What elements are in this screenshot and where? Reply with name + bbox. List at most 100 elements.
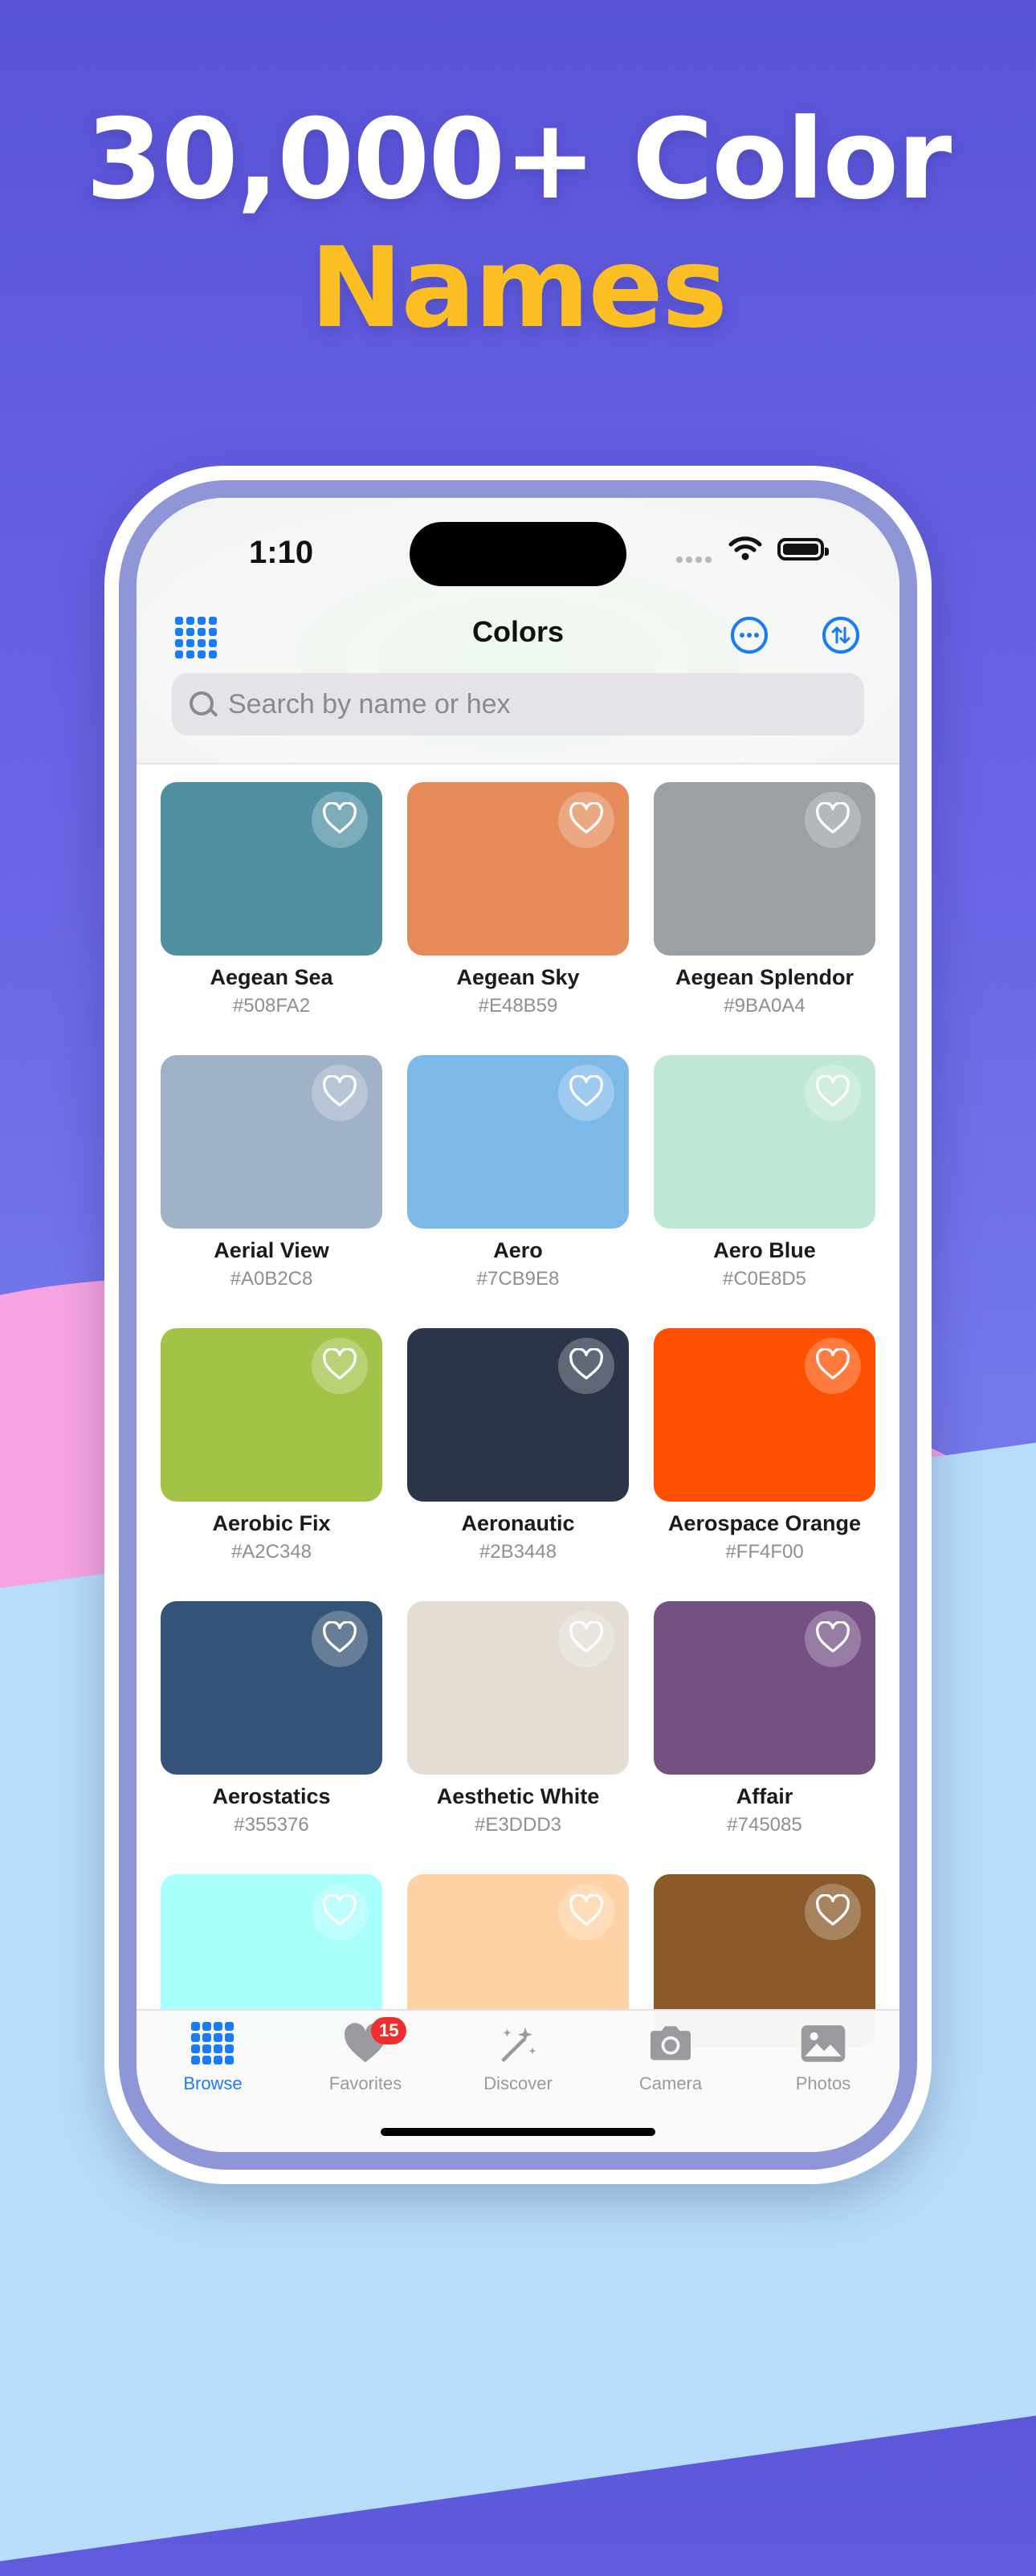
color-swatch[interactable]: [161, 1328, 382, 1502]
color-name: Aero: [493, 1238, 543, 1262]
favorite-button[interactable]: [558, 792, 614, 848]
color-swatch[interactable]: [407, 782, 629, 956]
heart-icon: [569, 1893, 604, 1930]
heart-icon: [569, 801, 604, 838]
heart-icon: [322, 1893, 357, 1930]
ellipsis-icon: [740, 633, 759, 638]
color-card[interactable]: Affair #745085: [654, 1601, 875, 1874]
headline-line-2: Names: [309, 223, 728, 353]
more-options-button[interactable]: [731, 617, 768, 654]
color-hex: #A2C348: [230, 1541, 312, 1563]
color-card[interactable]: Aerostatics #355376: [161, 1601, 382, 1874]
color-card[interactable]: Aeronautic #2B3448: [407, 1328, 629, 1601]
search-input[interactable]: [226, 687, 840, 721]
color-name: Aero Blue: [713, 1238, 816, 1262]
color-card[interactable]: Aegean Sky #E48B59: [407, 782, 629, 1055]
cellular-signal-icon: [676, 552, 715, 567]
wifi-icon: [728, 533, 763, 566]
color-swatch[interactable]: [161, 1055, 382, 1229]
color-name: Aegean Sea: [210, 965, 333, 989]
color-name: Aeronautic: [461, 1511, 575, 1535]
search-icon: [186, 688, 218, 720]
tab-label: Browse: [183, 2073, 243, 2093]
favorite-button[interactable]: [805, 1338, 861, 1394]
color-swatch[interactable]: [654, 1328, 875, 1502]
favorite-button[interactable]: [558, 1338, 614, 1394]
app-header: 1:10 Colors: [137, 498, 899, 764]
color-grid: Aegean Sea #508FA2 Aegean Sky #E48B59 Aegean…: [161, 782, 875, 2147]
favorite-button[interactable]: [312, 1065, 368, 1121]
color-hex: #9BA0A4: [724, 995, 806, 1017]
favorites-count-badge: 15: [371, 2017, 407, 2044]
heart-icon: [815, 1074, 850, 1111]
color-hex: #A0B2C8: [230, 1268, 313, 1290]
color-hex: #FF4F00: [725, 1541, 804, 1563]
magic-wand-icon: [496, 2022, 540, 2069]
page-title: Colors: [471, 615, 564, 648]
color-card[interactable]: Aerial View #A0B2C8: [161, 1055, 382, 1328]
favorite-button[interactable]: [805, 1611, 861, 1667]
heart-icon: [815, 1347, 850, 1384]
color-hex: #508FA2: [232, 995, 311, 1017]
color-card[interactable]: Aero #7CB9E8: [407, 1055, 629, 1328]
status-time: 1:10: [249, 535, 314, 570]
tab-photos[interactable]: Photos: [747, 2022, 899, 2094]
favorite-button[interactable]: [312, 1338, 368, 1394]
color-swatch[interactable]: [161, 782, 382, 956]
color-swatch[interactable]: [161, 1601, 382, 1775]
color-name: Aerial View: [214, 1238, 329, 1262]
color-card[interactable]: Aerospace Orange #FF4F00: [654, 1328, 875, 1601]
color-card[interactable]: Aerobic Fix #A2C348: [161, 1328, 382, 1601]
photo-icon: [799, 2024, 847, 2068]
color-hex: #E48B59: [478, 995, 558, 1017]
color-swatch[interactable]: [407, 1328, 629, 1502]
tab-browse[interactable]: Browse: [137, 2021, 289, 2094]
color-swatch[interactable]: [407, 1601, 629, 1775]
color-hex: #745085: [727, 1814, 802, 1836]
grid-icon: [191, 2021, 235, 2069]
color-name: Aerospace Orange: [667, 1511, 862, 1535]
color-swatch[interactable]: [654, 782, 875, 956]
color-hex: #2B3448: [479, 1541, 557, 1563]
search-bar[interactable]: [172, 673, 864, 736]
favorite-button[interactable]: [558, 1884, 614, 1940]
tab-discover[interactable]: Discover: [442, 2022, 594, 2094]
color-swatch[interactable]: [654, 1601, 875, 1775]
heart-icon: [322, 1347, 357, 1384]
heart-icon: [569, 1620, 604, 1657]
battery-icon: [777, 538, 829, 560]
heart-icon: [322, 1074, 357, 1111]
color-swatch[interactable]: [654, 1055, 875, 1229]
favorite-button[interactable]: [312, 1884, 368, 1940]
color-name: Aegean Sky: [456, 965, 580, 989]
favorite-button[interactable]: [805, 1065, 861, 1121]
favorite-button[interactable]: [558, 1611, 614, 1667]
color-name: Affair: [736, 1784, 793, 1808]
favorite-button[interactable]: [312, 1611, 368, 1667]
tab-label: Discover: [483, 2073, 553, 2093]
heart-icon: [815, 1893, 850, 1930]
color-hex: #7CB9E8: [476, 1268, 560, 1290]
color-hex: #355376: [234, 1814, 309, 1836]
favorite-button[interactable]: [805, 1884, 861, 1940]
color-card[interactable]: Aesthetic White #E3DDD3: [407, 1601, 629, 1874]
phone-screen: 1:10 Colors Search by name or hex Aegean…: [137, 498, 899, 2152]
color-hex: #C0E8D5: [722, 1268, 807, 1290]
color-swatch[interactable]: [407, 1055, 629, 1229]
heart-icon: [322, 801, 357, 838]
color-card[interactable]: Aegean Splendor #9BA0A4: [654, 782, 875, 1055]
heart-icon: [569, 1347, 604, 1384]
color-card[interactable]: Aero Blue #C0E8D5: [654, 1055, 875, 1328]
home-indicator: [381, 2128, 655, 2136]
sort-button[interactable]: [822, 617, 859, 654]
favorite-button[interactable]: [312, 792, 368, 848]
dynamic-island: [410, 522, 626, 586]
favorite-button[interactable]: [805, 792, 861, 848]
color-hex: #E3DDD3: [474, 1814, 562, 1836]
tab-favorites[interactable]: 15 Favorites: [289, 2017, 442, 2094]
camera-icon: [646, 2024, 695, 2068]
tab-camera[interactable]: Camera: [594, 2022, 747, 2094]
favorite-button[interactable]: [558, 1065, 614, 1121]
phone-frame: 1:10 Colors Search by name or hex Aegean…: [104, 466, 932, 2184]
color-card[interactable]: Aegean Sea #508FA2: [161, 782, 382, 1055]
